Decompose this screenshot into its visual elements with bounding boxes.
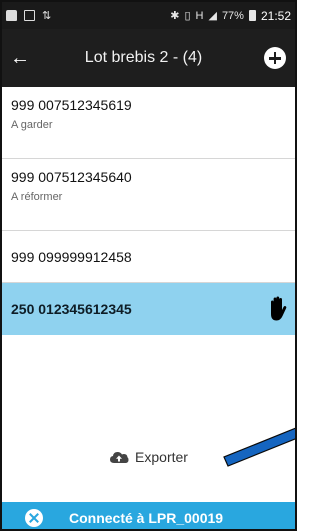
network-h-icon: H [195, 9, 204, 22]
animal-id: 250 012345612345 [11, 301, 132, 317]
battery-icon [248, 10, 256, 21]
close-circle-icon[interactable] [25, 508, 43, 527]
export-label: Exporter [135, 449, 188, 465]
back-button[interactable]: ← [2, 29, 38, 87]
phone-screen: ⇅ ✱ ▯ H ◢ 77% 21:52 ← Lot brebis 2 - (4)… [0, 0, 297, 531]
cloud-upload-icon [110, 452, 129, 463]
bag-icon [6, 10, 17, 21]
animal-note: A garder [11, 119, 53, 131]
app-bar: ← Lot brebis 2 - (4) [2, 29, 295, 87]
annotation-arrow [223, 427, 295, 467]
vibrate-icon: ▯ [184, 10, 191, 22]
list-item-selected[interactable]: 250 012345612345 [2, 283, 295, 335]
cellular-data-icon: ⇅ [42, 10, 52, 22]
connection-status: Connecté à LPR_00019 [69, 509, 224, 526]
bluetooth-icon: ✱ [170, 10, 180, 22]
image-icon [24, 10, 35, 21]
status-bar-left: ⇅ [6, 9, 51, 22]
arrow-left-icon: ← [10, 46, 30, 69]
connection-bar: Connecté à LPR_00019 [2, 502, 295, 529]
animal-note: A réformer [11, 191, 63, 203]
animal-id: 999 099999912458 [11, 248, 132, 265]
page-title: Lot brebis 2 - (4) [84, 49, 203, 66]
list-item[interactable]: 999 007512345640 A réformer [2, 159, 295, 231]
list-item[interactable]: 999 099999912458 [2, 231, 295, 283]
list-item[interactable]: 999 007512345619 A garder [2, 87, 295, 159]
add-button[interactable] [255, 29, 295, 87]
animal-id: 999 007512345619 [11, 97, 132, 113]
animal-list: 999 007512345619 A garder 999 0075123456… [2, 87, 295, 335]
signal-icon: ◢ [208, 10, 217, 22]
hand-icon[interactable] [267, 296, 289, 322]
clock: 21:52 [260, 8, 291, 23]
plus-circle-icon [264, 47, 286, 69]
animal-id: 999 007512345640 [11, 169, 132, 185]
battery-percent: 77% [221, 9, 244, 22]
status-bar: ⇅ ✱ ▯ H ◢ 77% 21:52 [2, 2, 295, 29]
status-bar-right: ✱ ▯ H ◢ 77% 21:52 [170, 9, 291, 23]
